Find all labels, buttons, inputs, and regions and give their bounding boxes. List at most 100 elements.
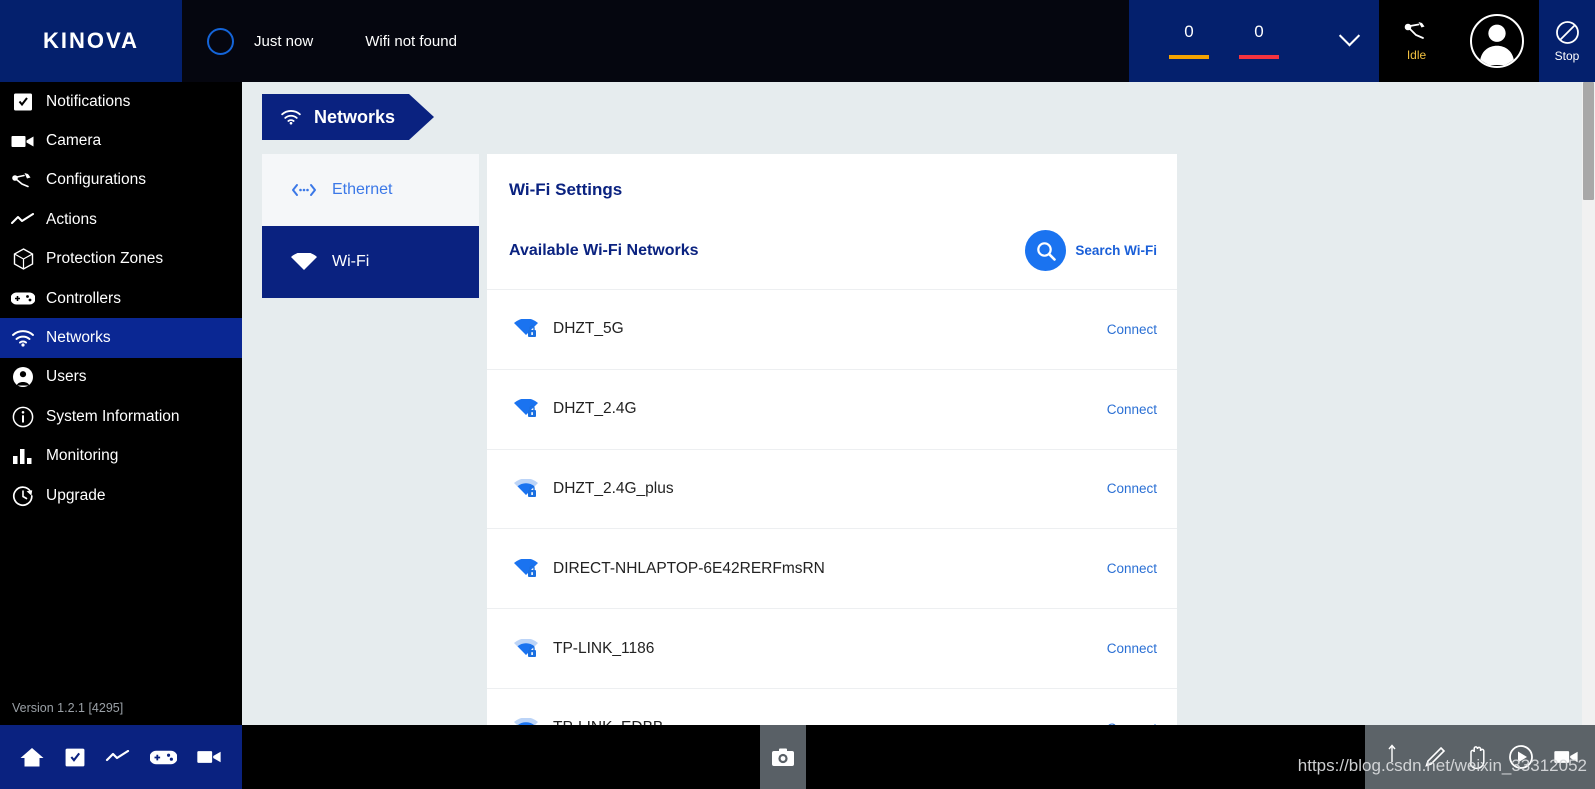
search-wifi-button[interactable]: Search Wi-Fi [1025,230,1157,271]
wifi-signal-icon [509,399,543,419]
network-type-panel: Ethernet Wi-Fi [262,154,479,298]
video-camera-icon[interactable] [196,748,223,766]
watermark-text: https://blog.csdn.net/weixin_33312052 [1297,756,1587,775]
sidebar-item-label: Controllers [46,289,121,307]
error-count-value: 0 [1254,22,1264,41]
info-circle-icon [8,404,38,430]
sidebar-item-label: Users [46,368,87,386]
network-row[interactable]: DHZT_5G Connect [487,289,1177,369]
bar-chart-icon [8,443,38,469]
screenshot-button[interactable] [760,725,806,789]
robot-arm-icon [8,167,38,193]
wifi-signal-icon [509,558,543,579]
network-ssid: TP-LINK_1186 [553,639,655,657]
chevron-down-icon [1338,24,1360,46]
app-header: KINOVA Just now Wifi not found 0 0 Idle … [0,0,1595,82]
panel-item-label: Wi-Fi [332,253,370,270]
wifi-signal-icon [509,638,543,659]
page-scrollbar-thumb[interactable] [1583,82,1594,200]
page-scrollbar[interactable] [1582,82,1595,725]
banner-arrow [409,94,435,140]
gamepad-icon [8,286,38,312]
header-expand-button[interactable] [1319,0,1379,82]
sidebar-item-networks[interactable]: Networks [0,318,242,358]
error-count[interactable]: 0 [1239,23,1279,59]
cube-icon [8,246,38,272]
sidebar-item-label: Actions [46,210,97,228]
brand-logo[interactable]: KINOVA [0,0,182,82]
home-icon[interactable] [19,746,45,768]
sidebar-item-upgrade[interactable]: Upgrade [0,476,242,515]
network-row[interactable]: DHZT_2.4G_plus Connect [487,448,1177,529]
stop-button-label: Stop [1554,48,1580,63]
stop-button[interactable]: Stop [1539,0,1595,82]
brand-logo-text: KINOVA [43,28,139,53]
connect-button[interactable]: Connect [1107,561,1157,576]
robot-status[interactable]: Idle [1379,0,1454,82]
wifi-signal-icon [509,319,543,339]
sidebar-item-label: Configurations [46,171,146,189]
stop-circle-icon [1555,20,1580,45]
kinova-web-app: KINOVA Just now Wifi not found 0 0 Idle … [0,0,1595,789]
network-row[interactable]: TP-LINK_EDBB Connect [487,687,1177,725]
video-camera-icon [8,128,38,154]
app-version: Version 1.2.1 [4295] [12,701,124,715]
robot-arm-icon [1402,20,1432,44]
sidebar-item-users[interactable]: Users [0,358,242,397]
sidebar-item-notifications[interactable]: Notifications [0,82,242,121]
connect-button[interactable]: Connect [1107,402,1157,417]
user-circle-icon [8,364,38,390]
available-networks-title: Available Wi-Fi Networks [509,241,699,259]
network-ssid: DHZT_5G [553,320,624,338]
wifi-icon [8,325,38,351]
sidebar-item-camera[interactable]: Camera [0,121,242,160]
warning-count[interactable]: 0 [1169,23,1209,59]
taskbar: https://blog.csdn.net/weixin_33312052 [0,725,1595,789]
network-ssid: DHZT_2.4G_plus [553,479,674,497]
network-ssid: DHZT_2.4G [553,400,637,418]
user-avatar-icon [1469,14,1524,68]
gamepad-icon[interactable] [149,749,177,766]
sidebar-item-label: Camera [46,132,102,150]
panel-item-wifi[interactable]: Wi-Fi [262,226,479,298]
panel-item-label: Ethernet [332,181,393,198]
sidebar-item-protection-zones[interactable]: Protection Zones [0,240,242,279]
clock-refresh-icon [8,483,38,509]
connect-button[interactable]: Connect [1107,322,1157,337]
page-title-banner: Networks [262,94,435,140]
taskbar-shortcuts [0,725,242,789]
sidebar-item-controllers[interactable]: Controllers [0,279,242,318]
sidebar-item-label: Monitoring [46,447,119,465]
error-count-bar [1239,55,1279,59]
connect-button[interactable]: Connect [1107,481,1157,496]
connect-button[interactable]: Connect [1107,641,1157,656]
page-title: Networks [314,106,396,127]
status-ring-icon [207,27,234,55]
network-row[interactable]: DHZT_2.4G Connect [487,368,1177,449]
network-row[interactable]: TP-LINK_1186 Connect [487,608,1177,688]
sidebar-item-monitoring[interactable]: Monitoring [0,437,242,476]
activity-line-icon[interactable] [105,750,131,764]
sidebar-item-label: Protection Zones [46,250,164,268]
header-counters: 0 0 [1129,0,1319,82]
activity-line-icon [8,207,38,233]
sidebar-item-configurations[interactable]: Configurations [0,161,242,200]
warning-count-bar [1169,55,1209,59]
panel-item-ethernet[interactable]: Ethernet [262,154,479,226]
sidebar-item-system-information[interactable]: System Information [0,397,242,436]
sidebar-item-label: System Information [46,407,180,425]
sidebar-item-label: Upgrade [46,486,106,504]
header-wifi-status: Wifi not found [365,32,457,50]
network-row[interactable]: DIRECT-NHLAPTOP-6E42RERFmsRN Connect [487,528,1177,608]
user-menu[interactable] [1454,0,1539,82]
available-networks-header: Available Wi-Fi Networks Search Wi-Fi [487,200,1177,289]
header-timestamp: Just now [254,32,314,50]
main-content: Networks Ethernet Wi-Fi Wi-Fi Settings A [242,82,1583,725]
sidebar-item-actions[interactable]: Actions [0,200,242,239]
sidebar-item-label: Notifications [46,92,131,110]
wifi-signal-icon [509,478,543,499]
clipboard-check-icon[interactable] [64,746,86,768]
warning-count-value: 0 [1184,22,1194,41]
ethernet-icon [290,182,324,198]
wifi-signal-icon [509,718,543,725]
